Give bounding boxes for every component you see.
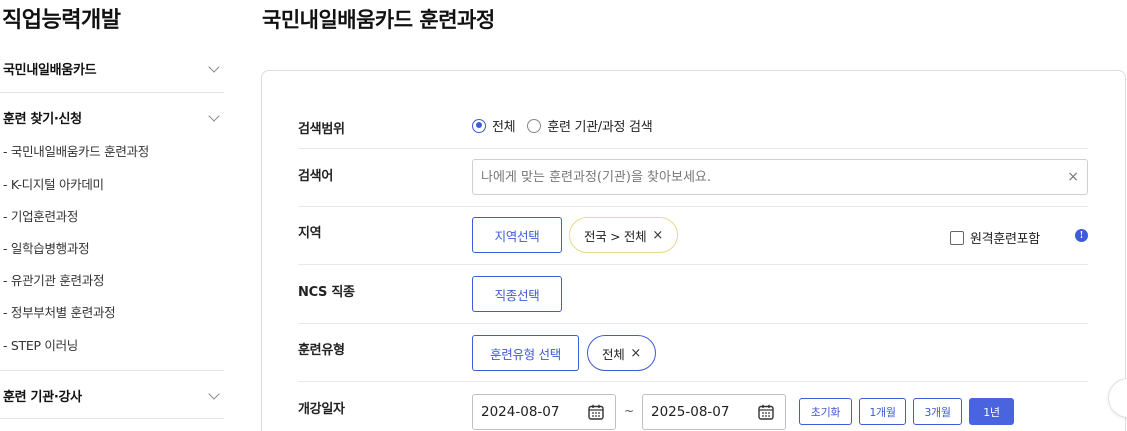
training-type-label: 훈련유형 [298, 343, 345, 358]
sidebar-item-k-digital[interactable]: - K-디지털 아카데미 [3, 174, 104, 193]
divider [0, 370, 224, 371]
date-separator: ~ [624, 404, 635, 418]
sidebar-section-label: 훈련 기관·강사 [3, 390, 82, 405]
divider [0, 418, 224, 419]
search-scope-label: 검색범위 [298, 122, 345, 137]
period-1month-button[interactable]: 1개월 [859, 398, 906, 425]
training-type-select-button[interactable]: 훈련유형 선택 [472, 335, 579, 371]
sidebar-section-find-training[interactable]: 훈련 찾기·신청 [0, 108, 226, 127]
search-form-card: 검색범위 전체 훈련 기관/과정 검색 검색어 × 지역 지역선택 전국 > 전… [261, 70, 1126, 431]
remove-icon[interactable]: × [652, 228, 663, 243]
period-reset-button[interactable]: 초기화 [799, 398, 852, 425]
sidebar-section-institution[interactable]: 훈련 기관·강사 [0, 386, 226, 405]
region-select-button[interactable]: 지역선택 [472, 217, 562, 253]
radio-all[interactable] [472, 118, 486, 133]
radio-all-label[interactable]: 전체 [492, 116, 516, 135]
sidebar-section-card[interactable]: 국민내일배움카드 [0, 59, 226, 78]
sidebar-section-label: 국민내일배움카드 [3, 63, 97, 78]
chevron-down-icon [208, 387, 220, 400]
start-date-label: 개강일자 [298, 402, 345, 417]
date-to-value: 2025-08-07 [651, 404, 730, 420]
sidebar-item-enterprise[interactable]: - 기업훈련과정 [3, 206, 78, 225]
training-type-chip: 전체 × [587, 335, 656, 371]
ncs-label: NCS 직종 [298, 285, 355, 300]
search-scope-radio-group: 전체 훈련 기관/과정 검색 [472, 116, 664, 135]
chevron-down-icon [208, 60, 220, 73]
calendar-icon[interactable] [757, 403, 775, 421]
calendar-icon[interactable] [587, 403, 605, 421]
chevron-down-icon [208, 109, 220, 122]
clear-icon[interactable]: × [1067, 169, 1079, 185]
radio-institution-course-label[interactable]: 훈련 기관/과정 검색 [547, 116, 652, 135]
remove-icon[interactable]: × [630, 346, 641, 361]
sidebar-item-step[interactable]: - STEP 이러닝 [3, 335, 78, 354]
sidebar: 직업능력개발 국민내일배움카드 훈련 찾기·신청 - 국민내일배움카드 훈련과정… [0, 0, 226, 431]
page-title: 국민내일배움카드 훈련과정 [262, 8, 495, 32]
region-chip: 전국 > 전체 × [569, 217, 678, 253]
divider [298, 264, 1088, 265]
remote-training-checkbox[interactable]: 원격훈련포함 [950, 228, 1040, 247]
sidebar-item-work-study[interactable]: - 일학습병행과정 [3, 238, 90, 257]
start-date-to-input[interactable]: 2025-08-07 [642, 394, 786, 430]
divider [0, 92, 224, 93]
sidebar-item-affiliated[interactable]: - 유관기관 훈련과정 [3, 270, 104, 289]
period-3month-button[interactable]: 3개월 [913, 398, 962, 425]
sidebar-section-label: 훈련 찾기·신청 [3, 112, 82, 127]
region-chip-label: 전국 > 전체 [584, 228, 647, 244]
remote-training-label: 원격훈련포함 [970, 232, 1040, 247]
keyword-input[interactable] [481, 169, 1068, 185]
sidebar-item-card-course[interactable]: - 국민내일배움카드 훈련과정 [3, 141, 149, 160]
sidebar-title: 직업능력개발 [2, 8, 121, 33]
radio-institution-course[interactable] [527, 118, 542, 133]
keyword-label: 검색어 [298, 169, 333, 184]
region-label: 지역 [298, 226, 322, 241]
training-type-chip-label: 전체 [602, 346, 625, 362]
divider [298, 381, 1088, 382]
period-1year-button[interactable]: 1년 [969, 398, 1014, 425]
date-from-value: 2024-08-07 [481, 404, 560, 420]
start-date-from-input[interactable]: 2024-08-07 [472, 394, 616, 430]
info-icon[interactable]: ! [1075, 229, 1088, 242]
divider [298, 323, 1088, 324]
ncs-select-button[interactable]: 직종선택 [472, 276, 562, 312]
checkbox-box[interactable] [950, 230, 964, 245]
divider [298, 148, 1088, 149]
keyword-field[interactable]: × [472, 159, 1088, 195]
sidebar-item-ministry[interactable]: - 정부부처별 훈련과정 [3, 302, 116, 321]
divider [298, 206, 1088, 207]
